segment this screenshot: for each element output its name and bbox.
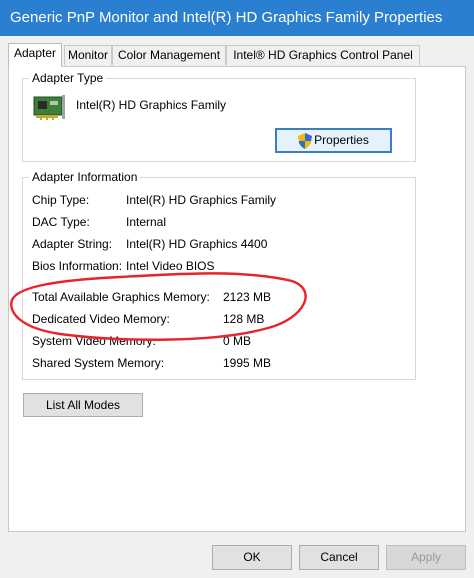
window-title: Generic PnP Monitor and Intel(R) HD Grap… [10, 9, 443, 26]
tab-strip: Adapter Monitor Color Management Intel® … [8, 43, 468, 67]
apply-button[interactable]: Apply [386, 545, 466, 570]
shared-system-memory-label: Shared System Memory: [32, 356, 165, 370]
title-bar: Generic PnP Monitor and Intel(R) HD Grap… [0, 0, 474, 36]
cancel-button[interactable]: Cancel [299, 545, 379, 570]
total-graphics-memory-label: Total Available Graphics Memory: [32, 290, 210, 304]
chip-type-label: Chip Type: [32, 193, 90, 207]
dedicated-video-memory-label: Dedicated Video Memory: [32, 312, 170, 326]
adapter-string-label: Adapter String: [32, 237, 113, 251]
tab-color-management[interactable]: Color Management [112, 45, 226, 65]
apply-button-label: Apply [410, 550, 442, 564]
ok-button[interactable]: OK [212, 545, 292, 570]
shared-system-memory-value: 1995 MB [223, 356, 272, 370]
properties-button-label: Properties [314, 133, 369, 147]
bios-information-label: Bios Information: [32, 259, 123, 273]
adapter-string-value: Intel(R) HD Graphics 4400 [126, 237, 268, 251]
adapter-name: Intel(R) HD Graphics Family [76, 98, 227, 112]
chip-type-value: Intel(R) HD Graphics Family [126, 193, 277, 207]
list-all-modes-button[interactable]: List All Modes [23, 393, 143, 417]
shield-icon [298, 132, 313, 149]
dedicated-video-memory-value: 128 MB [223, 312, 265, 326]
tab-adapter[interactable]: Adapter [8, 43, 62, 67]
list-all-modes-label: List All Modes [45, 398, 121, 412]
tab-intel-control-panel[interactable]: Intel® HD Graphics Control Panel [226, 45, 420, 65]
system-video-memory-label: System Video Memory: [32, 334, 156, 348]
graphics-card-icon [33, 95, 65, 120]
dac-type-label: DAC Type: [32, 215, 90, 229]
dac-type-value: Internal [126, 215, 167, 229]
properties-button[interactable]: Properties [275, 128, 392, 153]
ok-button-label: OK [243, 550, 261, 564]
tab-monitor[interactable]: Monitor [64, 45, 112, 65]
adapter-information-label: Adapter Information [29, 169, 141, 185]
bios-information-value: Intel Video BIOS [126, 259, 215, 273]
cancel-button-label: Cancel [320, 550, 358, 564]
adapter-type-label: Adapter Type [29, 70, 107, 86]
total-graphics-memory-value: 2123 MB [223, 290, 272, 304]
system-video-memory-value: 0 MB [223, 334, 252, 348]
